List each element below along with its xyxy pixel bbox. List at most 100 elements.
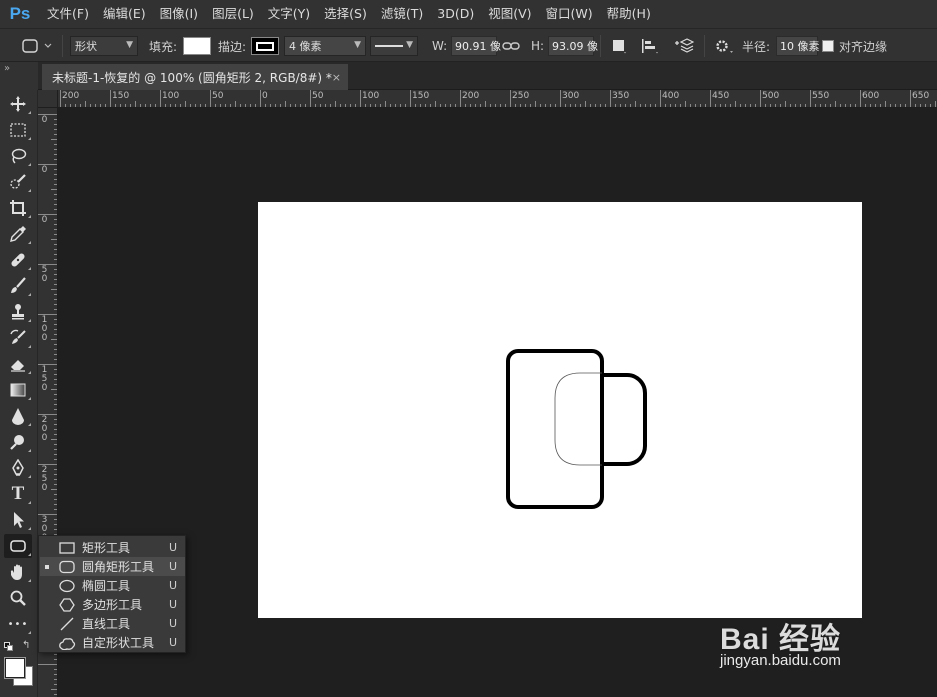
rounded-rectangle-tool-item[interactable]: 圆角矩形工具 U [40,557,185,576]
path-alignment-icon[interactable] [640,29,660,63]
radius-label: 半径: [742,39,771,54]
ruler-v-label: 150 [41,365,48,393]
gear-icon[interactable] [713,29,735,63]
ruler-h-label: 100 [362,91,380,101]
ruler-origin[interactable] [38,90,58,108]
healing-icon [11,253,25,267]
toolbar-header: » [0,62,38,90]
swap-colors-icon[interactable]: ↰ [22,640,30,651]
stroke-width-input[interactable]: 4 像素 ▼ [284,36,366,56]
shape-tool-flyout: 矩形工具 U 圆角矩形工具 U 椭圆工具 U 多边形工具 U 直线工具 U 自定… [38,535,186,653]
custom-shape-tool-item[interactable]: 自定形状工具 U [40,633,185,652]
ellipse-icon [58,578,76,594]
menu-type[interactable]: 文字(Y) [261,0,317,28]
menu-file[interactable]: 文件(F) [40,0,96,28]
ruler-h-label: 150 [112,91,130,101]
options-bar: 形状 ▼ 填充: 描边: 4 像素 ▼ ▼ W: 90.91 像 H: 93.0… [0,28,937,62]
menu-filter[interactable]: 滤镜(T) [374,0,430,28]
radius-input[interactable]: 10 像素 [776,36,820,56]
healing-brush-tool[interactable] [4,248,32,272]
menu-layer[interactable]: 图层(L) [205,0,261,28]
ruler-h-label: 200 [462,91,480,101]
history-brush-tool[interactable] [4,326,32,350]
ruler-v-label: 100 [41,315,48,343]
eyedropper-tool[interactable] [4,222,32,246]
menu-select[interactable]: 选择(S) [317,0,374,28]
ruler-v-label: 0 [41,115,48,125]
stamp-icon [12,304,24,320]
type-tool[interactable]: T [4,482,32,506]
ellipse-tool-item[interactable]: 椭圆工具 U [40,576,185,595]
menu-view[interactable]: 视图(V) [481,0,538,28]
document-tab[interactable]: 未标题-1-恢复的 @ 100% (圆角矩形 2, RGB/8#) * × [42,64,348,90]
align-edges-checkbox[interactable] [822,40,834,52]
document-canvas[interactable] [258,202,862,618]
path-operations-icon[interactable] [610,29,628,63]
rectangle-tool-item[interactable]: 矩形工具 U [40,538,185,557]
app-logo: Ps [9,4,31,23]
zoom-icon [10,590,26,606]
collapse-toolbar-icon[interactable]: » [4,63,10,74]
marquee-icon [10,123,26,137]
eraser-tool[interactable] [4,352,32,376]
menu-image[interactable]: 图像(I) [153,0,205,28]
width-input[interactable]: 90.91 像 [451,36,501,56]
path-selection-tool[interactable] [4,508,32,532]
quick-select-tool[interactable] [4,170,32,194]
pen-tool[interactable] [4,456,32,480]
chevron-down-icon: ▼ [406,40,413,50]
selected-indicator [45,564,49,569]
clone-stamp-tool[interactable] [4,300,32,324]
ruler-h-label: 200 [62,91,80,101]
hand-tool[interactable] [4,560,32,584]
move-icon [10,96,26,112]
fill-swatch[interactable] [183,37,211,55]
crop-tool[interactable] [4,196,32,220]
height-input[interactable]: 93.09 像 [548,36,598,56]
cup-drawing[interactable] [258,202,862,618]
ruler-h-label: 150 [412,91,430,101]
link-icon[interactable] [502,29,520,63]
dodge-tool[interactable] [4,430,32,454]
move-tool[interactable] [4,92,32,116]
mode-dropdown[interactable]: 形状 ▼ [70,36,138,56]
custom-shape-icon [58,635,76,651]
menu-help[interactable]: 帮助(H) [600,0,658,28]
polygon-tool-item[interactable]: 多边形工具 U [40,595,185,614]
ruler-h-label: 400 [662,91,680,101]
blur-tool[interactable] [4,404,32,428]
eraser-icon [11,360,25,372]
menu-window[interactable]: 窗口(W) [539,0,600,28]
gradient-tool[interactable] [4,378,32,402]
zoom-tool[interactable] [4,586,32,610]
brush-tool[interactable] [4,274,32,298]
tool-preset-picker[interactable] [20,29,54,63]
shape-tool[interactable] [4,534,32,558]
gradient-icon [10,383,26,397]
foreground-color-swatch[interactable] [5,658,25,678]
hand-icon [10,564,22,580]
chevron-down-icon: ▼ [126,40,133,50]
menu-bar: Ps 文件(F) 编辑(E) 图像(I) 图层(L) 文字(Y) 选择(S) 滤… [0,0,937,28]
solid-line-icon [375,45,403,47]
menu-3d[interactable]: 3D(D) [430,0,481,28]
fill-label: 填充: [149,39,178,54]
line-tool-item[interactable]: 直线工具 U [40,614,185,633]
default-colors-icon[interactable] [4,642,14,652]
more-tools-button[interactable]: ••• [4,612,32,636]
document-tab-title: 未标题-1-恢复的 @ 100% (圆角矩形 2, RGB/8#) * [52,70,332,85]
stroke-swatch[interactable] [251,37,279,55]
pen-icon [12,459,24,476]
menu-edit[interactable]: 编辑(E) [96,0,153,28]
marquee-tool[interactable] [4,118,32,142]
horizontal-ruler[interactable]: 200 150 100 50 0 50 100 150 200 250 300 350 400 450 50… [58,90,937,108]
close-icon[interactable]: × [332,71,341,84]
ruler-v-label: 0 [41,165,48,175]
stroke-label: 描边: [218,39,247,54]
eyedropper-icon [10,226,26,242]
tools-panel: T ••• ↰ [0,90,38,697]
chevron-down-icon: ▼ [354,40,361,50]
lasso-tool[interactable] [4,144,32,168]
path-arrangement-icon[interactable] [672,29,694,63]
stroke-type-dropdown[interactable]: ▼ [370,36,418,56]
